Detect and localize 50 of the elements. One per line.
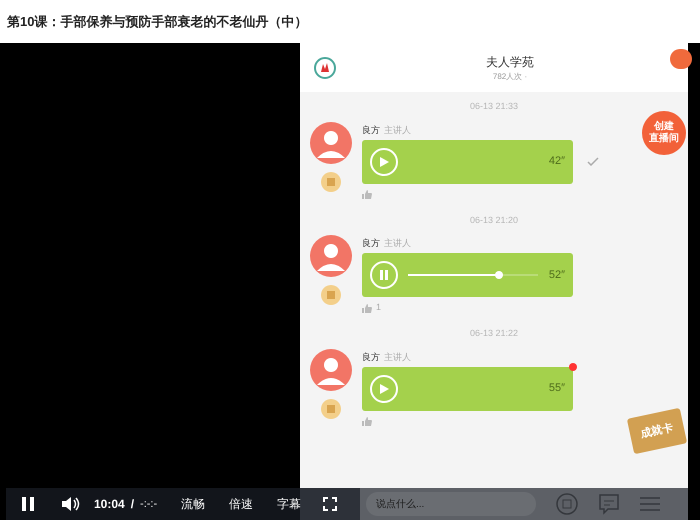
comment-icon[interactable] xyxy=(598,493,620,515)
duration-label: 52″ xyxy=(548,268,565,283)
voice-message[interactable]: 42″ xyxy=(362,140,573,184)
avatar-icon xyxy=(310,348,352,390)
play-button[interactable] xyxy=(370,148,398,176)
thumbs-up-icon[interactable] xyxy=(362,190,372,199)
fullscreen-icon[interactable] xyxy=(323,497,338,511)
speaker-role: 主讲人 xyxy=(384,124,411,137)
progress-thumb[interactable] xyxy=(495,271,503,279)
duration-label: 55″ xyxy=(548,381,565,396)
player-option-button[interactable]: 字幕 xyxy=(277,495,302,513)
menu-icon[interactable] xyxy=(640,496,660,512)
header-badge[interactable] xyxy=(670,49,692,69)
volume-icon[interactable] xyxy=(62,496,80,512)
achievement-card[interactable]: 成就卡 xyxy=(626,408,688,454)
duration-label: 42″ xyxy=(548,154,565,170)
thumbs-up-icon[interactable] xyxy=(362,304,372,312)
medal-icon xyxy=(321,398,341,418)
message-time: 06-13 21:20 xyxy=(470,214,518,226)
avatar-icon xyxy=(310,122,352,164)
speaker-name: 良方 xyxy=(362,237,380,250)
logo-icon xyxy=(314,56,336,78)
lesson-title: 第10课：手部保养与预防手部衰老的不老仙丹（中） xyxy=(7,12,308,31)
current-time: 10:04 xyxy=(94,496,125,513)
player-option-button[interactable]: 流畅 xyxy=(181,495,206,513)
play-icon xyxy=(380,156,388,166)
time-separator: / xyxy=(130,496,134,513)
comment-field[interactable]: 说点什么... xyxy=(366,492,536,516)
play-button[interactable] xyxy=(370,374,398,402)
medal-icon xyxy=(321,285,341,305)
create-room-button[interactable]: 创建 直播间 xyxy=(642,111,686,155)
pause-icon xyxy=(22,497,34,511)
thumbs-up-icon[interactable] xyxy=(362,417,372,426)
medal-icon xyxy=(321,172,341,192)
app-title: 夫人学苑 xyxy=(486,54,534,70)
voice-message[interactable]: 52″ xyxy=(362,253,573,297)
total-time: -:-:- xyxy=(140,496,158,512)
speaker-role: 主讲人 xyxy=(384,237,411,250)
speaker-name: 良方 xyxy=(362,350,380,364)
like-count: 1 xyxy=(376,301,382,314)
avatar-icon xyxy=(310,235,352,277)
message-time: 06-13 21:22 xyxy=(470,327,518,340)
app-subtitle: 782人次 · xyxy=(492,70,528,82)
player-option-button[interactable]: 倍速 xyxy=(229,495,254,513)
pause-icon xyxy=(380,270,388,280)
speaker-name: 良方 xyxy=(362,124,380,137)
message-time: 06-13 21:33 xyxy=(470,100,518,113)
pause-button[interactable] xyxy=(22,496,36,512)
speaker-role: 主讲人 xyxy=(384,350,411,364)
play-icon xyxy=(380,384,388,394)
